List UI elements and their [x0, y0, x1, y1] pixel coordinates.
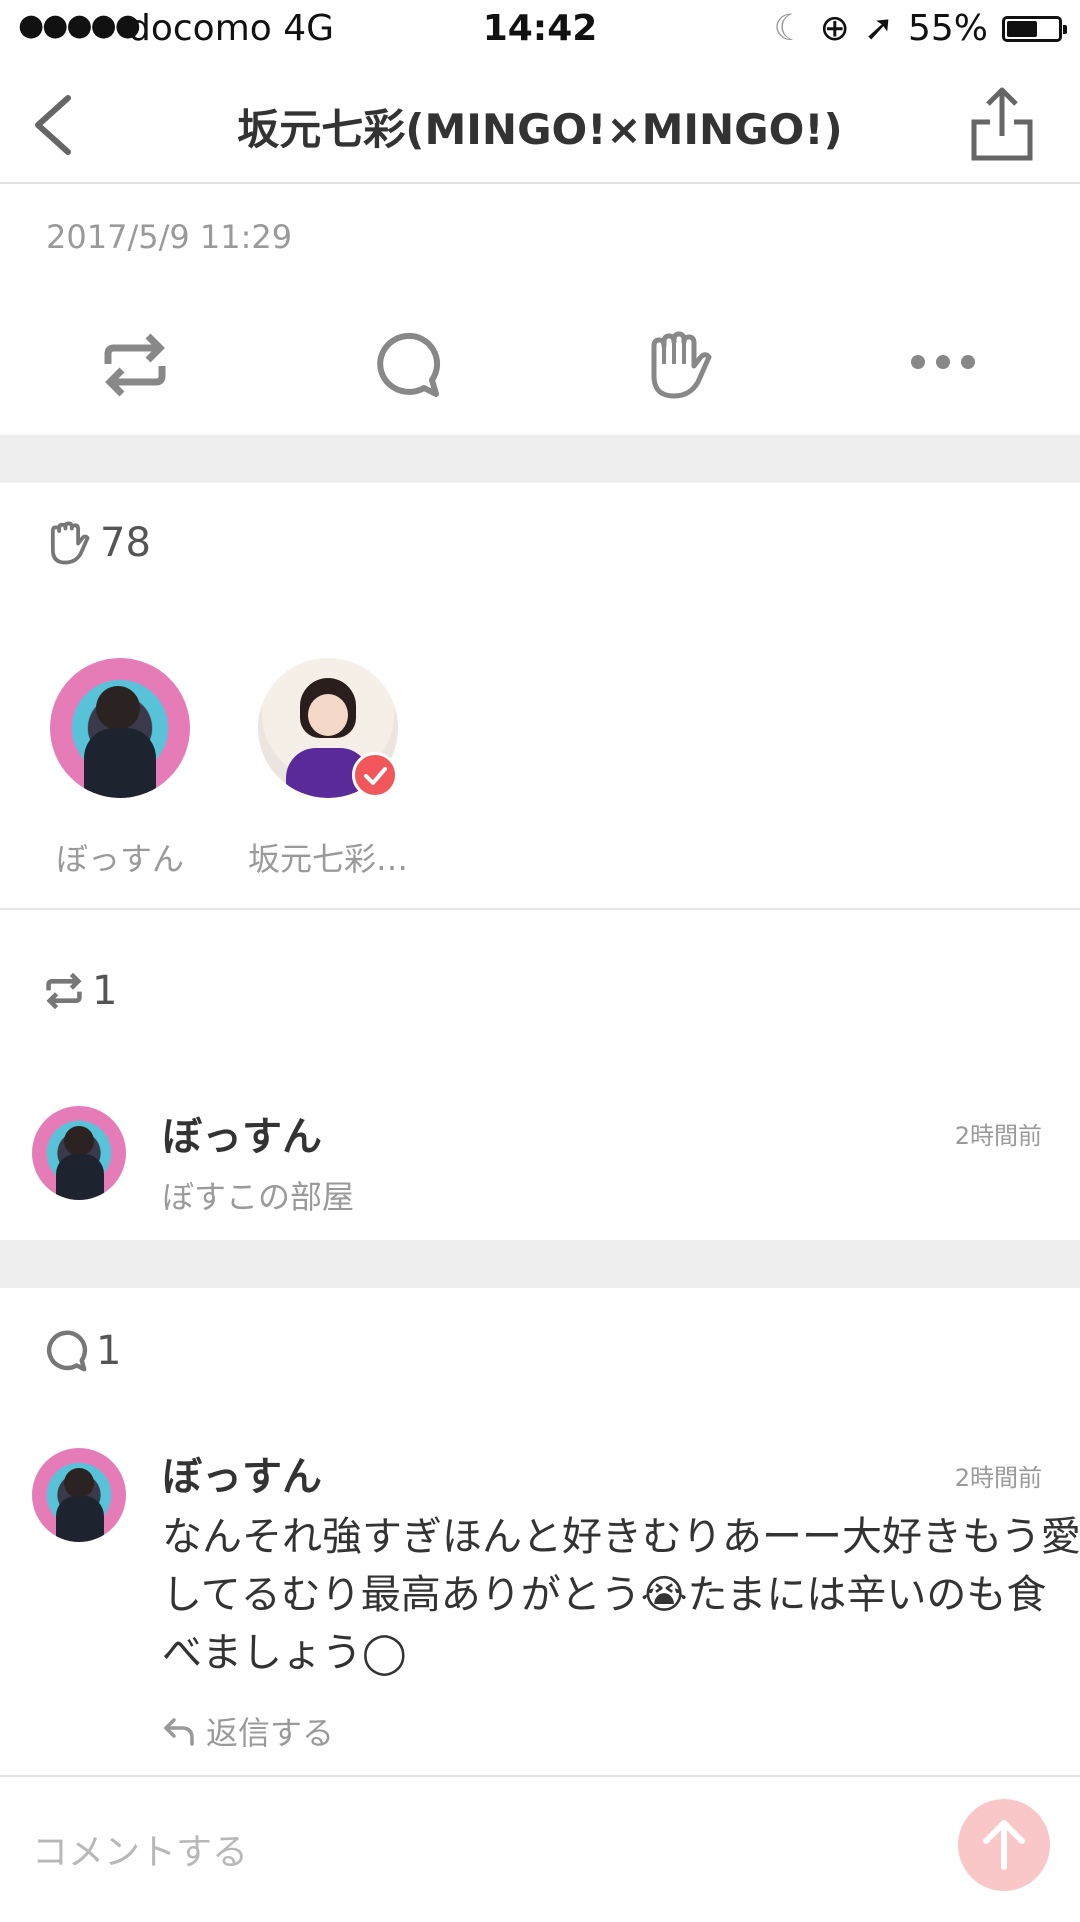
clap-count-value: 78 — [100, 520, 151, 566]
repost-count: 1 — [44, 968, 117, 1014]
clap-button[interactable] — [640, 330, 716, 404]
timestamp: 2時間前 — [954, 1464, 1042, 1492]
comment-button[interactable] — [372, 330, 442, 404]
reposter-name[interactable]: ぼっすん — [162, 1104, 322, 1162]
action-bar — [0, 300, 1080, 435]
clap-icon — [50, 521, 90, 565]
timestamp: 2時間前 — [954, 1122, 1042, 1150]
liker-name[interactable]: ぼっすん — [30, 834, 210, 880]
avatar-figure — [96, 686, 140, 730]
send-arrow-icon — [983, 1820, 1025, 1870]
battery-percent: 55% — [907, 8, 988, 49]
more-button[interactable] — [908, 352, 978, 376]
repost-icon — [104, 333, 166, 397]
avatar[interactable] — [32, 1448, 126, 1542]
back-button[interactable] — [28, 92, 78, 162]
divider — [0, 908, 1080, 910]
comment-text: なんそれ強すぎほんと好きむりあーー大好きもう愛してるむり最高ありがとう😭たまには… — [162, 1514, 1080, 1676]
location-icon: ➚ — [863, 8, 894, 49]
reply-button[interactable]: 返信する — [162, 1708, 334, 1754]
repost-count-value: 1 — [92, 968, 118, 1014]
comment-icon — [46, 1330, 88, 1372]
page-title: 坂元七彩(MINGO!×MINGO!) — [237, 105, 843, 154]
comment-count: 1 — [44, 1328, 121, 1374]
status-right: ☾ ⊕ ➚ 55% — [773, 8, 1067, 49]
avatar-figure — [56, 1154, 104, 1200]
commenter-name[interactable]: ぼっすん — [162, 1444, 322, 1502]
repost-icon — [46, 972, 82, 1010]
comment-input-bar: コメントする — [0, 1775, 1080, 1922]
battery-icon — [1002, 15, 1067, 42]
comment-input[interactable]: コメントする — [32, 1823, 248, 1875]
clap-count: 78 — [44, 520, 151, 566]
clap-icon — [651, 331, 712, 399]
share-icon — [971, 87, 1033, 161]
nav-bar: 坂元七彩(MINGO!×MINGO!) — [0, 62, 1080, 184]
reply-label: 返信する — [206, 1714, 335, 1752]
orientation-lock-icon: ⊕ — [819, 8, 850, 49]
avatar[interactable] — [32, 1106, 126, 1200]
comment-count-value: 1 — [96, 1328, 122, 1374]
status-bar: ●●●●● docomo 4G 14:42 ☾ ⊕ ➚ 55% — [0, 0, 1080, 62]
repost-button[interactable] — [100, 330, 170, 404]
avatar-face — [308, 694, 348, 736]
section-separator — [0, 1240, 1080, 1288]
avatar-figure — [84, 728, 156, 798]
send-button[interactable] — [958, 1799, 1050, 1891]
reply-arrow-icon — [164, 1718, 194, 1746]
more-icon — [911, 355, 975, 369]
liker-name[interactable]: 坂元七彩… — [238, 834, 418, 880]
chevron-left-icon — [35, 95, 71, 155]
verified-badge-icon — [352, 752, 398, 798]
avatar[interactable] — [50, 658, 190, 798]
avatar-figure — [56, 1496, 104, 1542]
avatar-figure — [64, 1468, 94, 1498]
reposter-subtitle: ぼすこの部屋 — [162, 1178, 355, 1216]
comment-icon — [377, 332, 441, 397]
section-separator — [0, 435, 1080, 483]
share-button[interactable] — [970, 86, 1034, 166]
moon-icon: ☾ — [773, 8, 806, 49]
post-date: 2017/5/9 11:29 — [46, 218, 293, 256]
avatar-figure — [64, 1126, 94, 1156]
